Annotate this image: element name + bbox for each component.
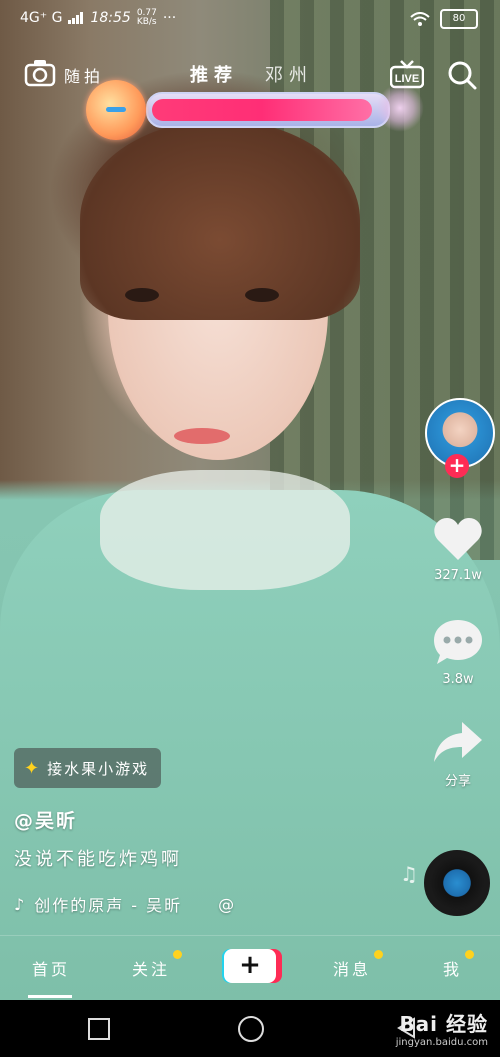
tab-messages-label: 消息 bbox=[333, 960, 372, 979]
comment-button[interactable]: 3.8w bbox=[423, 618, 493, 687]
watermark: Bai 经验 jingyan.baidu.com bbox=[396, 1008, 488, 1048]
tab-messages[interactable]: 消息 bbox=[333, 950, 384, 980]
sound-title: 创作的原声 - 吴昕 bbox=[34, 896, 183, 915]
bottom-tab-bar: 首页 关注 + 消息 我 bbox=[0, 935, 500, 1001]
share-label: 分享 bbox=[444, 774, 471, 789]
wifi-icon bbox=[410, 11, 430, 26]
notify-dot bbox=[374, 950, 384, 959]
search-icon[interactable] bbox=[447, 60, 477, 90]
home-button[interactable] bbox=[238, 1016, 264, 1042]
tab-home[interactable]: 首页 bbox=[32, 956, 70, 980]
like-count: 327.1w bbox=[434, 568, 482, 583]
follow-button[interactable]: + bbox=[445, 454, 469, 478]
game-progress-bar bbox=[86, 80, 426, 140]
post-caption: 没说不能吃炸鸡啊 bbox=[14, 849, 182, 870]
recent-apps-button[interactable] bbox=[88, 1018, 110, 1040]
heart-icon bbox=[434, 518, 482, 560]
hair-area bbox=[80, 120, 360, 320]
share-button[interactable]: 分享 bbox=[423, 720, 493, 789]
sparkle-effect bbox=[376, 84, 424, 132]
left-eye bbox=[125, 288, 159, 302]
status-bar: 4G⁺ G 18:55 0.77 KB/s ··· 80 bbox=[0, 0, 500, 38]
sparkle-star-icon: ✦ bbox=[24, 757, 42, 779]
tab-following-label: 关注 bbox=[132, 960, 171, 979]
sound-info[interactable]: ♪ 创作的原声 - 吴昕 @ bbox=[14, 892, 236, 916]
active-tab-indicator bbox=[28, 995, 72, 998]
game-track bbox=[146, 92, 390, 128]
notify-dot bbox=[173, 950, 183, 959]
tab-home-label: 首页 bbox=[32, 960, 71, 979]
camera-icon[interactable] bbox=[24, 59, 56, 87]
system-nav-bar: Bai 经验 jingyan.baidu.com bbox=[0, 1000, 500, 1057]
status-more: ··· bbox=[162, 10, 177, 26]
watermark-url: jingyan.baidu.com bbox=[395, 1037, 488, 1048]
game-chip[interactable]: ✦ 接水果小游戏 bbox=[14, 748, 162, 788]
net-speed: 0.77 KB/s bbox=[137, 9, 157, 27]
clock: 18:55 bbox=[90, 10, 131, 26]
game-orb bbox=[86, 80, 146, 140]
notify-dot bbox=[465, 950, 475, 959]
like-button[interactable]: 327.1w bbox=[423, 516, 493, 583]
collar-area bbox=[100, 470, 350, 590]
share-arrow-icon bbox=[434, 722, 482, 762]
signal-icon bbox=[68, 12, 84, 24]
music-note-icon: ♫ bbox=[400, 862, 418, 886]
tiktok-note-icon: ♪ bbox=[14, 894, 27, 914]
right-eye bbox=[245, 288, 279, 302]
tab-me-label: 我 bbox=[443, 960, 463, 979]
game-chip-label: 接水果小游戏 bbox=[47, 759, 150, 778]
comment-icon bbox=[434, 620, 482, 664]
create-button[interactable]: + bbox=[222, 949, 282, 983]
battery-indicator: 80 bbox=[440, 9, 478, 29]
network-indicator: 4G⁺ G bbox=[20, 10, 63, 26]
comment-count: 3.8w bbox=[442, 672, 474, 687]
sound-suffix: @ bbox=[218, 894, 237, 914]
create-plus: + bbox=[224, 949, 276, 983]
lips bbox=[174, 428, 230, 444]
tab-following[interactable]: 关注 bbox=[132, 950, 183, 980]
game-progress-fill bbox=[152, 99, 372, 121]
watermark-brand: Bai 经验 bbox=[399, 1012, 488, 1036]
net-speed-unit: KB/s bbox=[136, 17, 157, 27]
author-name[interactable]: @吴昕 bbox=[14, 806, 77, 833]
music-disc[interactable] bbox=[424, 850, 490, 916]
tab-me[interactable]: 我 bbox=[443, 950, 475, 980]
